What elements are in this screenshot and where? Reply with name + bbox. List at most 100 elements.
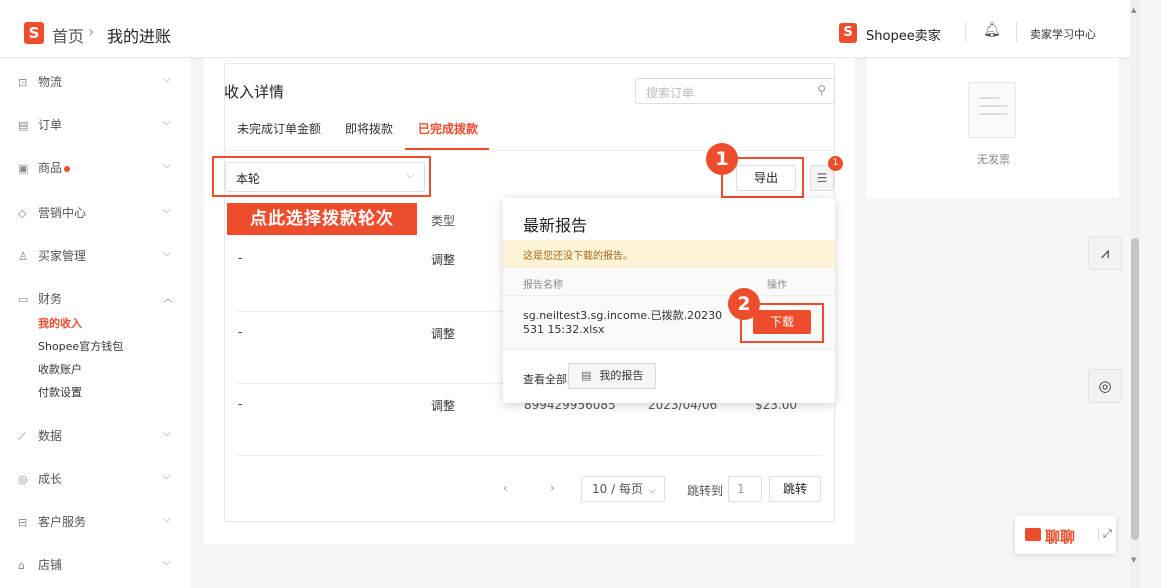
shopee-logo[interactable]: S bbox=[24, 22, 44, 44]
step-badge-2: 2 bbox=[728, 288, 760, 320]
sidebar-item-orders[interactable]: ▤ 订单 bbox=[18, 116, 62, 133]
sidebar-item-label: 订单 bbox=[38, 118, 63, 132]
sidebar-item-label: 商品 bbox=[38, 161, 63, 175]
page-size-select[interactable]: 10 / 每页 ⌵ bbox=[581, 476, 665, 502]
sidebar-item-marketing[interactable]: ◇ 营销中心 bbox=[18, 204, 86, 221]
search-icon[interactable]: ⚲ bbox=[817, 83, 826, 97]
chevron-down-icon[interactable]: ⌵ bbox=[163, 428, 171, 439]
service-icon: ⊟ bbox=[18, 516, 28, 529]
shopee-seller-logo-icon[interactable]: S bbox=[839, 23, 857, 43]
breadcrumb-home[interactable]: 首页 bbox=[52, 23, 84, 47]
header-divider bbox=[1016, 22, 1017, 42]
chevron-down-icon[interactable]: ⌵ bbox=[163, 205, 171, 216]
sidebar-item-finance[interactable]: ▭ 财务 bbox=[18, 290, 62, 307]
page-size-value: 10 / 每页 bbox=[592, 482, 643, 496]
next-page-icon[interactable]: › bbox=[550, 481, 555, 495]
seller-label[interactable]: Shopee卖家 bbox=[866, 25, 941, 44]
chart-icon: ⟋ bbox=[18, 430, 26, 443]
sidebar-item-buyers[interactable]: ♙ 买家管理 bbox=[18, 247, 86, 264]
column-header-report-name: 报告名称 bbox=[523, 280, 563, 291]
sidebar-item-label: 营销中心 bbox=[38, 206, 87, 220]
breadcrumb-current: 我的进账 bbox=[107, 27, 172, 46]
chevron-down-icon[interactable]: ⌵ bbox=[163, 557, 171, 568]
chevron-up-icon[interactable]: ︿ bbox=[163, 290, 173, 305]
tab-pending-amount[interactable]: 未完成订单金额 bbox=[237, 120, 321, 137]
table-cell-type: 调整 bbox=[431, 253, 456, 267]
table-cell: - bbox=[238, 251, 243, 265]
latest-report-popup: 最新报告 这是您还没下载的报告。 报告名称 操作 sg.neiltest3.sg… bbox=[503, 198, 835, 403]
sidebar-item-label: 物流 bbox=[38, 75, 63, 89]
chat-icon bbox=[1025, 528, 1041, 541]
expand-icon[interactable]: ⤢ bbox=[1103, 527, 1112, 541]
sidebar-subitem-payment-settings[interactable]: 付款设置 bbox=[38, 384, 82, 400]
chevron-down-icon[interactable]: ⌵ bbox=[163, 248, 171, 259]
tab-upcoming-payout[interactable]: 即将拨款 bbox=[345, 120, 393, 137]
empty-invoice-icon bbox=[968, 82, 1016, 138]
goto-page-input[interactable]: 1 bbox=[728, 476, 762, 502]
column-header-type: 类型 bbox=[431, 214, 456, 228]
product-icon: ▣ bbox=[18, 162, 29, 175]
sidebar-item-label: 买家管理 bbox=[38, 249, 87, 263]
active-tab-underline bbox=[405, 148, 489, 150]
row-divider bbox=[237, 455, 821, 456]
growth-icon: ◎ bbox=[18, 473, 28, 486]
popup-title: 最新报告 bbox=[523, 216, 588, 235]
truck-icon: ⊡ bbox=[18, 76, 28, 89]
chevron-down-icon[interactable]: ⌵ bbox=[163, 74, 171, 85]
chevron-down-icon[interactable]: ⌵ bbox=[163, 514, 171, 525]
chevron-down-icon: ⌵ bbox=[648, 486, 656, 496]
my-reports-label: 我的报告 bbox=[599, 369, 644, 382]
headset-icon[interactable]: ◎ bbox=[1088, 369, 1122, 403]
sidebar-subitem-bank-account[interactable]: 收款账户 bbox=[38, 361, 82, 377]
chevron-down-icon[interactable]: ⌵ bbox=[163, 160, 171, 171]
sidebar-item-label: 财务 bbox=[38, 292, 63, 306]
my-reports-button[interactable]: ▤ 我的报告 bbox=[568, 363, 656, 389]
scroll-up-arrow-icon[interactable]: ▲ bbox=[1131, 6, 1136, 14]
empty-invoice-text: 无发票 bbox=[977, 153, 1010, 166]
chevron-down-icon[interactable]: ⌵ bbox=[163, 117, 171, 128]
document-icon: ▤ bbox=[581, 369, 592, 382]
sidebar-item-shop[interactable]: ⌂ 店铺 bbox=[18, 556, 62, 573]
tab-completed-payout[interactable]: 已完成拨款 bbox=[418, 120, 478, 137]
column-header-action: 操作 bbox=[767, 280, 787, 291]
notice-text: 这是您还没下载的报告。 bbox=[523, 251, 633, 262]
chevron-down-icon[interactable]: ⌵ bbox=[163, 471, 171, 482]
scroll-down-arrow-icon[interactable]: ▼ bbox=[1131, 556, 1136, 564]
sidebar-item-customer-service[interactable]: ⊟ 客户服务 bbox=[18, 513, 86, 530]
popup-notice: 这是您还没下载的报告。 bbox=[503, 240, 835, 268]
top-header: S 首页 › 我的进账 S Shopee卖家 🔔︎ 卖家学习中心 bbox=[0, 0, 1130, 58]
annotation-label: 点此选择拨款轮次 bbox=[227, 203, 417, 235]
report-count-badge: 1 bbox=[828, 156, 843, 171]
order-search-input[interactable]: 搜索订单 ⚲ bbox=[635, 78, 835, 104]
sidebar-item-logistics[interactable]: ⊡ 物流 bbox=[18, 73, 62, 90]
sidebar-item-growth[interactable]: ◎ 成长 bbox=[18, 470, 62, 487]
sidebar-subitem-wallet[interactable]: Shopee官方钱包 bbox=[38, 338, 123, 354]
learning-center-link[interactable]: 卖家学习中心 bbox=[1030, 26, 1096, 42]
bell-icon[interactable]: 🔔︎ bbox=[983, 22, 1001, 38]
table-cell-type: 调整 bbox=[431, 327, 456, 341]
header-divider bbox=[965, 22, 966, 42]
section-title: 收入详情 bbox=[224, 83, 285, 101]
sidebar-item-products[interactable]: ▣ 商品 bbox=[18, 159, 71, 176]
popup-table-header: 报告名称 操作 bbox=[503, 268, 835, 296]
step-badge-1: 1 bbox=[706, 143, 738, 175]
view-all-link[interactable]: 查看全部 bbox=[523, 371, 567, 387]
tag-icon: ◇ bbox=[18, 207, 27, 220]
sidebar-item-data[interactable]: ⟋ 数据 bbox=[18, 427, 62, 444]
sidebar-subitem-my-income[interactable]: 我的收入 bbox=[38, 315, 82, 331]
monitor-icon[interactable]: ⩘ bbox=[1088, 236, 1122, 270]
user-icon: ♙ bbox=[18, 250, 28, 263]
shop-icon: ⌂ bbox=[18, 559, 25, 572]
search-placeholder: 搜索订单 bbox=[646, 86, 695, 100]
wallet-icon: ▭ bbox=[18, 293, 29, 306]
jump-button[interactable]: 跳转 bbox=[769, 476, 821, 502]
goto-label: 跳转到 bbox=[687, 484, 724, 498]
chat-label: 聊聊 bbox=[1045, 528, 1076, 546]
prev-page-icon[interactable]: ‹ bbox=[503, 481, 508, 495]
notification-dot bbox=[64, 165, 71, 172]
scrollbar-thumb[interactable] bbox=[1131, 238, 1139, 540]
report-file-name: sg.neiltest3.sg.income.已拨款.20230531 15:3… bbox=[523, 309, 723, 336]
sidebar-item-label: 店铺 bbox=[38, 558, 63, 572]
sidebar-item-label: 客户服务 bbox=[38, 515, 87, 529]
chat-widget[interactable]: 聊聊 ⤢ bbox=[1015, 516, 1116, 554]
